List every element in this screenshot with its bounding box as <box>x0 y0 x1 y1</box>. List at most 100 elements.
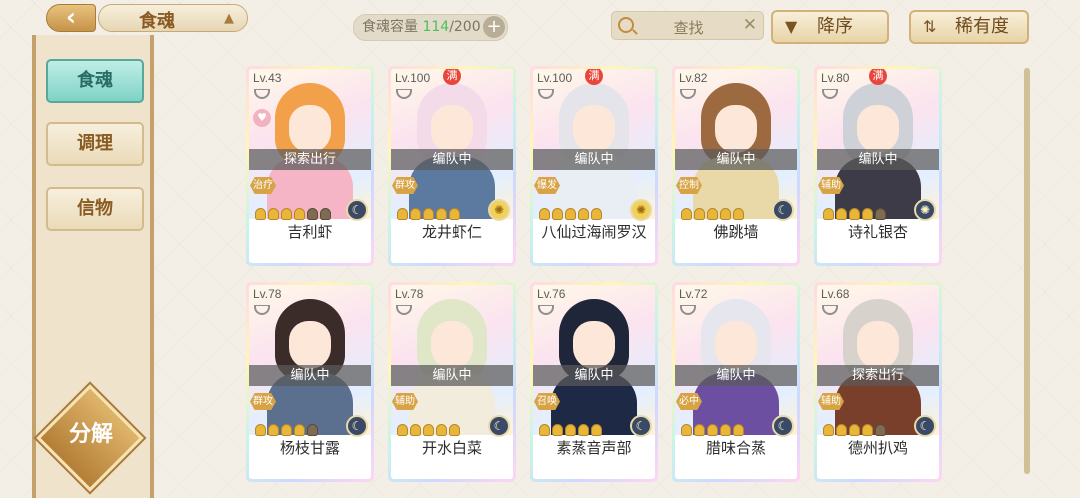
level-label: Lv.68 <box>821 287 850 301</box>
character-face <box>857 321 899 369</box>
sun-element-icon: ✺ <box>488 199 510 221</box>
star-icon <box>397 424 408 436</box>
character-name: 腊味合蒸 <box>705 439 766 457</box>
food-soul-card[interactable]: Lv.82 编队中 控制 ☾ 佛跳墙 <box>672 66 800 266</box>
level-label: Lv.100 <box>395 71 431 85</box>
character-face <box>289 321 331 369</box>
status-banner: 编队中 <box>391 365 513 386</box>
role-badge: 治疗 <box>250 177 276 194</box>
star-icon <box>836 208 847 220</box>
scrollbar-thumb[interactable] <box>1024 68 1030 474</box>
character-name: 八仙过海闹罗汉 <box>541 223 647 241</box>
star-icon <box>733 208 744 220</box>
star-icon <box>720 424 731 436</box>
character-name: 龙井虾仁 <box>421 223 482 241</box>
sun-element-icon: ✺ <box>914 199 936 221</box>
crescent-element-icon: ☾ <box>772 199 794 221</box>
role-badge: 辅助 <box>818 393 844 410</box>
tab-cultivate[interactable]: 调理 <box>46 122 144 166</box>
star-icon <box>849 208 860 220</box>
star-icon <box>578 208 589 220</box>
crescent-element-icon: ☾ <box>772 415 794 437</box>
star-icon <box>255 424 266 436</box>
tab-label: 食魂 <box>77 70 113 91</box>
food-soul-card[interactable]: Lv.76 编队中 召唤 ☾ 素蒸音声部 <box>530 282 658 482</box>
star-icon <box>307 208 318 220</box>
back-button[interactable]: ‹ <box>46 4 96 32</box>
star-icon <box>862 424 873 436</box>
page-title-tab: 食魂 ▲ <box>98 4 248 32</box>
sort-order-label: 降序 <box>817 16 853 37</box>
decompose-label: 分解 <box>68 422 113 447</box>
capacity-label: 食魂容量 <box>362 19 418 35</box>
star-icon <box>823 208 834 220</box>
star-icon <box>565 208 576 220</box>
level-label: Lv.78 <box>395 287 424 301</box>
food-soul-card[interactable]: Lv.68 探索出行 辅助 ☾ 德州扒鸡 <box>814 282 942 482</box>
character-face <box>715 105 757 153</box>
food-soul-card[interactable]: Lv.43 ♥ 探索出行 治疗 ☾ 吉利虾 <box>246 66 374 266</box>
star-rating <box>397 421 487 436</box>
star-icon <box>875 424 886 436</box>
star-icon <box>707 208 718 220</box>
tab-tokens[interactable]: 信物 <box>46 187 144 231</box>
character-face <box>431 105 473 153</box>
sort-order-button[interactable]: ▼ 降序 <box>771 10 889 44</box>
star-icon <box>681 208 692 220</box>
star-icon <box>397 208 408 220</box>
star-icon <box>436 424 447 436</box>
crescent-element-icon: ☾ <box>346 199 368 221</box>
star-icon <box>694 424 705 436</box>
status-banner: 探索出行 <box>249 149 371 170</box>
star-icon <box>720 208 731 220</box>
level-label: Lv.78 <box>253 287 282 301</box>
star-icon <box>281 208 292 220</box>
left-arrow-icon: ‹ <box>66 3 76 31</box>
status-banner: 编队中 <box>249 365 371 386</box>
capacity-add-button[interactable]: + <box>483 16 505 38</box>
clear-icon[interactable]: ✕ <box>743 15 757 35</box>
sort-field-button[interactable]: ⇅ 稀有度 <box>909 10 1029 44</box>
star-rating <box>823 205 913 220</box>
character-name: 杨枝甘露 <box>279 439 340 457</box>
star-icon <box>281 424 292 436</box>
star-icon <box>552 208 563 220</box>
star-icon <box>565 424 576 436</box>
star-icon <box>707 424 718 436</box>
level-label: Lv.76 <box>537 287 566 301</box>
character-name: 开水白菜 <box>421 439 482 457</box>
star-icon <box>268 208 279 220</box>
sun-element-icon: ✺ <box>630 199 652 221</box>
food-soul-card[interactable]: Lv.100 满编队中 群攻 ✺ 龙井虾仁 <box>388 66 516 266</box>
character-face <box>857 105 899 153</box>
star-icon <box>875 208 886 220</box>
food-soul-card[interactable]: Lv.80 满编队中 辅助 ✺ 诗礼银杏 <box>814 66 942 266</box>
character-face <box>573 321 615 369</box>
character-name: 吉利虾 <box>287 223 333 241</box>
status-banner: 探索出行 <box>817 365 939 386</box>
star-icon <box>591 208 602 220</box>
star-icon <box>449 424 460 436</box>
tab-label: 信物 <box>77 198 113 219</box>
food-soul-card[interactable]: Lv.78 编队中 辅助 ☾ 开水白菜 <box>388 282 516 482</box>
star-icon <box>539 424 550 436</box>
search-input[interactable]: 查找 ✕ <box>611 11 764 40</box>
star-icon <box>849 424 860 436</box>
role-badge: 群攻 <box>250 393 276 410</box>
level-label: Lv.43 <box>253 71 282 85</box>
crescent-element-icon: ☾ <box>914 415 936 437</box>
scrollbar[interactable] <box>1024 68 1030 474</box>
crescent-element-icon: ☾ <box>630 415 652 437</box>
star-icon <box>578 424 589 436</box>
food-soul-card[interactable]: Lv.72 编队中 必中 ☾ 腊味合蒸 <box>672 282 800 482</box>
star-icon <box>320 208 331 220</box>
star-rating <box>823 421 913 436</box>
star-icon <box>436 208 447 220</box>
star-icon <box>539 208 550 220</box>
character-face <box>289 105 331 153</box>
food-soul-card[interactable]: Lv.100 满编队中 爆发 ✺ 八仙过海闹罗汉 <box>530 66 658 266</box>
star-icon <box>307 424 318 436</box>
tab-food-souls[interactable]: 食魂 <box>46 59 144 103</box>
star-icon <box>294 424 305 436</box>
food-soul-card[interactable]: Lv.78 编队中 群攻 ☾ 杨枝甘露 <box>246 282 374 482</box>
